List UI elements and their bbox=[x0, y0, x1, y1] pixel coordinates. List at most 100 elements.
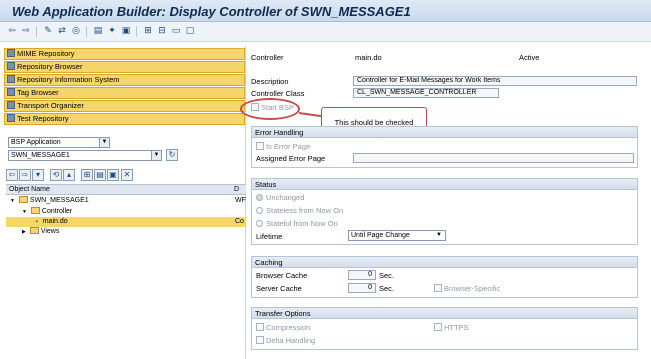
object-type-value: BSP Application bbox=[11, 139, 61, 146]
folder-icon bbox=[18, 196, 28, 203]
where-used-icon[interactable]: ⊞ bbox=[142, 25, 154, 37]
chevron-down-icon[interactable]: ▼ bbox=[151, 150, 162, 161]
window-icon[interactable]: ▣ bbox=[107, 169, 119, 181]
description-field[interactable]: Controller for E-Mail Messages for Work … bbox=[353, 76, 637, 86]
collapse-icon[interactable]: ▶ bbox=[22, 229, 26, 235]
tree-node-label: SWN_MESSAGE1 bbox=[29, 197, 89, 204]
browser-specific-label: Browser-Specific bbox=[444, 284, 501, 293]
tree-header: Object Name D bbox=[6, 184, 246, 195]
object-name-input[interactable]: SWN_MESSAGE1 bbox=[8, 150, 160, 161]
is-error-page-checkbox[interactable] bbox=[256, 142, 264, 150]
tree-node-desc: Co bbox=[235, 218, 244, 225]
nav-label: Repository Browser bbox=[17, 62, 83, 71]
server-cache-field[interactable]: 0 bbox=[348, 283, 376, 293]
switch-icon[interactable]: ⇄ bbox=[56, 25, 68, 37]
toolbar-separator bbox=[36, 26, 37, 37]
is-error-page-label: Is Error Page bbox=[266, 142, 311, 151]
tree-node-label: Views bbox=[40, 228, 60, 235]
nav-label: MIME Repository bbox=[17, 49, 75, 58]
tree-node-main-do[interactable]: • main.do Co bbox=[6, 217, 246, 227]
browser-cache-field[interactable]: 0 bbox=[348, 270, 376, 280]
edit-icon[interactable]: ✎ bbox=[42, 25, 54, 37]
info-system-icon bbox=[7, 75, 15, 83]
history-icon[interactable]: ▴ bbox=[63, 169, 75, 181]
application-toolbar: ⇦ ⇨ ✎ ⇄ ◎ ▤ ✦ ▣ ⊞ ⊟ ▭ ▢ bbox=[0, 22, 651, 42]
close-icon[interactable]: ✕ bbox=[121, 169, 133, 181]
layout-icon[interactable]: ▭ bbox=[170, 25, 182, 37]
lifetime-value: Until Page Change bbox=[351, 232, 410, 239]
nav-repository-info-system[interactable]: Repository Information System bbox=[4, 74, 245, 86]
nav-transport-organizer[interactable]: Transport Organizer bbox=[4, 100, 245, 112]
controller-name: main.do bbox=[355, 53, 382, 62]
highlight-oval bbox=[240, 98, 300, 120]
hierarchy-icon[interactable]: ⊞ bbox=[81, 169, 93, 181]
server-cache-label: Server Cache bbox=[256, 284, 302, 293]
nav-tag-browser[interactable]: Tag Browser bbox=[4, 87, 245, 99]
tree-node-app[interactable]: ▼ SWN_MESSAGE1 WF bbox=[6, 196, 246, 206]
window-title-bar: Web Application Builder: Display Control… bbox=[0, 0, 651, 22]
nav-test-repository[interactable]: Test Repository bbox=[4, 113, 245, 125]
controller-class-field[interactable]: CL_SWN_MESSAGE_CONTROLLER bbox=[353, 88, 499, 98]
radio-stateful[interactable] bbox=[256, 220, 263, 227]
back-icon[interactable]: ⇦ bbox=[6, 25, 18, 37]
https-checkbox[interactable] bbox=[434, 323, 442, 331]
up-icon[interactable]: ▾ bbox=[32, 169, 44, 181]
browser-cache-unit: Sec. bbox=[379, 271, 395, 280]
compression-checkbox[interactable] bbox=[256, 323, 264, 331]
group-title: Error Handling bbox=[252, 127, 637, 138]
mime-icon bbox=[7, 49, 15, 57]
test-icon[interactable]: ▣ bbox=[120, 25, 132, 37]
lifetime-label: Lifetime bbox=[256, 232, 283, 241]
object-list-icon[interactable]: ▤ bbox=[94, 169, 106, 181]
description-label: Description bbox=[251, 77, 289, 86]
caching-group: Caching Browser Cache 0 Sec. Server Cach… bbox=[251, 256, 638, 298]
controller-label: Controller bbox=[251, 53, 284, 62]
browser-specific-checkbox[interactable] bbox=[434, 284, 442, 292]
group-title: Status bbox=[252, 179, 637, 190]
delta-handling-checkbox[interactable] bbox=[256, 336, 264, 344]
tree-node-label: main.do bbox=[42, 218, 68, 225]
object-name-value: SWN_MESSAGE1 bbox=[11, 152, 70, 159]
error-handling-group: Error Handling Is Error Page Assigned Er… bbox=[251, 126, 638, 168]
hierarchy-icon[interactable]: ⊟ bbox=[156, 25, 168, 37]
nav-repository-browser[interactable]: Repository Browser bbox=[4, 61, 245, 73]
tree-node-controller[interactable]: ▼ Controller bbox=[6, 207, 246, 217]
radio-stateless[interactable] bbox=[256, 207, 263, 214]
expand-icon[interactable]: ▼ bbox=[22, 209, 27, 215]
forward-icon[interactable]: ⇨ bbox=[20, 25, 32, 37]
object-type-select[interactable]: BSP Application bbox=[8, 137, 109, 148]
radio-stateful-label: Stateful from Now On bbox=[266, 219, 338, 228]
radio-unchanged[interactable] bbox=[256, 194, 263, 201]
nav-label: Transport Organizer bbox=[17, 101, 84, 110]
delta-handling-label: Delta Handling bbox=[266, 336, 316, 345]
leaf-bullet-icon: • bbox=[36, 219, 38, 225]
folder-icon bbox=[29, 227, 39, 234]
folder-icon bbox=[30, 207, 40, 214]
window-title: Web Application Builder: Display Control… bbox=[12, 4, 411, 19]
forward-icon[interactable]: ⇨ bbox=[19, 169, 31, 181]
test-repo-icon bbox=[7, 114, 15, 122]
object-navigator-pane: MIME Repository Repository Browser Repos… bbox=[0, 46, 246, 359]
back-icon[interactable]: ⇦ bbox=[6, 169, 18, 181]
nav-label: Tag Browser bbox=[17, 88, 59, 97]
window-icon[interactable]: ▢ bbox=[184, 25, 196, 37]
display-icon[interactable]: ◎ bbox=[70, 25, 82, 37]
activate-icon[interactable]: ✦ bbox=[106, 25, 118, 37]
tree-node-views[interactable]: ▶ Views bbox=[6, 227, 246, 237]
tree-header-label: Object Name bbox=[9, 186, 50, 193]
chevron-down-icon[interactable]: ▼ bbox=[436, 231, 442, 240]
chevron-down-icon[interactable]: ▼ bbox=[99, 137, 110, 148]
display-object-icon[interactable]: ↻ bbox=[166, 149, 178, 161]
assigned-error-page-field[interactable] bbox=[353, 153, 634, 163]
tree-node-label: Controller bbox=[41, 208, 73, 215]
nav-mime-repository[interactable]: MIME Repository bbox=[4, 48, 245, 60]
callout-connector bbox=[298, 112, 322, 118]
expand-icon[interactable]: ▼ bbox=[10, 198, 15, 204]
radio-unchanged-label: Unchanged bbox=[266, 193, 305, 202]
status-group: Status Unchanged Stateless from Now On S… bbox=[251, 178, 638, 245]
object-list-icon[interactable]: ▤ bbox=[92, 25, 104, 37]
refresh-icon[interactable]: ⟲ bbox=[50, 169, 62, 181]
nav-label: Test Repository bbox=[17, 114, 69, 123]
lifetime-select[interactable]: Until Page Change ▼ bbox=[348, 230, 446, 241]
browser-cache-label: Browser Cache bbox=[256, 271, 308, 280]
